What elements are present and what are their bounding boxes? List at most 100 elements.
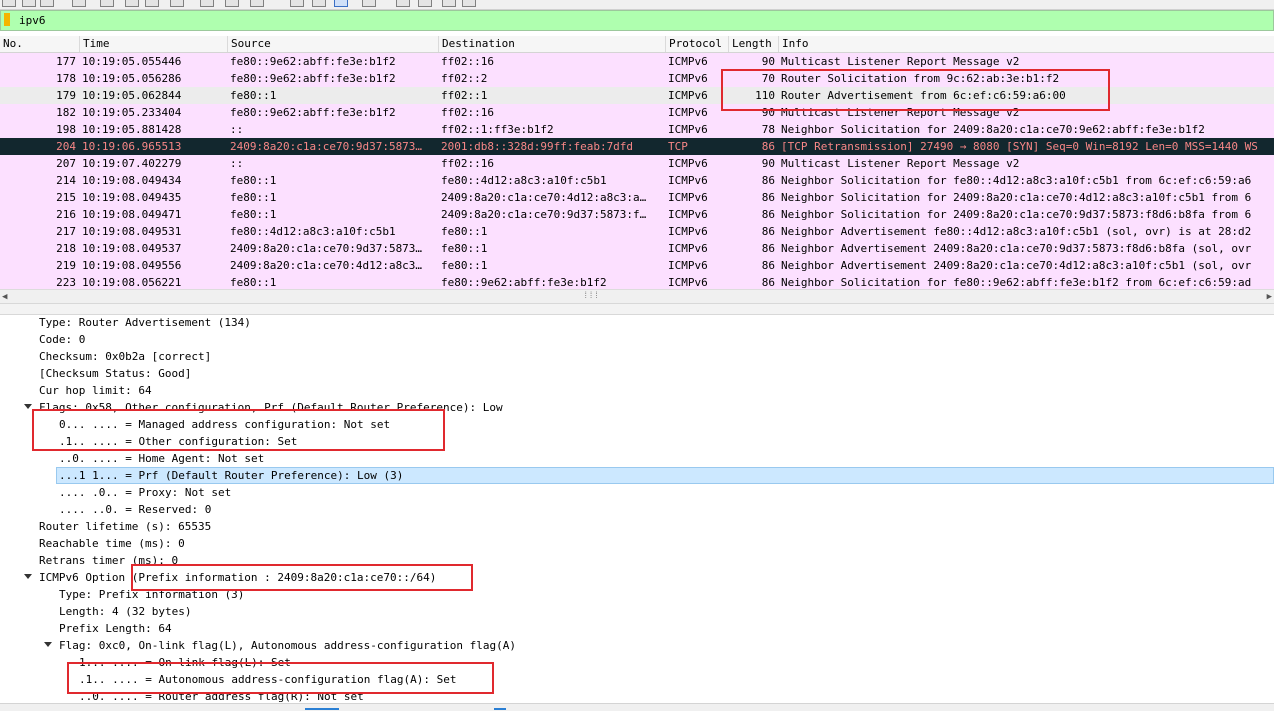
packet-row-selected[interactable]: 204 10:19:06.965513 2409:8a20:c1a:ce70:9… [0, 138, 1274, 155]
packet-time: 10:19:08.049537 [82, 242, 182, 255]
close-file-icon[interactable] [40, 0, 54, 7]
detail-icmpv6-option[interactable]: ICMPv6 Option (Prefix information : 2409… [39, 569, 436, 586]
detail-prefix-flag[interactable]: Flag: 0xc0, On-link flag(L), Autonomous … [59, 637, 516, 654]
detail-flags[interactable]: Flags: 0x58, Other configuration, Prf (D… [39, 399, 503, 416]
first-packet-icon[interactable] [225, 0, 239, 7]
detail-checksum-status[interactable]: [Checksum Status: Good] [39, 365, 191, 382]
packet-row[interactable]: 214 10:19:08.049434 fe80::1 fe80::4d12:a… [0, 172, 1274, 189]
detail-router-address-flag[interactable]: ..0. .... = Router address flag(R): Not … [79, 688, 364, 703]
packet-time: 10:19:08.049531 [82, 225, 182, 238]
packet-destination: 2409:8a20:c1a:ce70:4d12:a8c3:a… [441, 191, 647, 204]
packet-list-horizontal-scrollbar[interactable]: ◀ ⁞⁞⁞ ▶ [0, 289, 1274, 303]
scroll-left-arrow-icon[interactable]: ◀ [2, 292, 7, 302]
detail-autonomous-flag[interactable]: .1.. .... = Autonomous address-configura… [79, 671, 457, 688]
packet-protocol: ICMPv6 [668, 89, 708, 102]
expand-subtrees-icon[interactable] [442, 0, 456, 7]
packet-no: 204 [56, 140, 76, 153]
last-packet-icon[interactable] [250, 0, 264, 7]
open-folder-icon[interactable] [100, 0, 114, 7]
detail-checksum[interactable]: Checksum: 0x0b2a [correct] [39, 348, 211, 365]
detail-other-config[interactable]: .1.. .... = Other configuration: Set [59, 433, 297, 450]
packet-row[interactable]: 217 10:19:08.049531 fe80::4d12:a8c3:a10f… [0, 223, 1274, 240]
packet-info: Multicast Listener Report Message v2 [781, 106, 1020, 119]
find-packet-icon[interactable] [125, 0, 139, 7]
packet-protocol: ICMPv6 [668, 157, 708, 170]
zoom-out-icon[interactable] [362, 0, 376, 7]
packet-time: 10:19:05.062844 [82, 89, 182, 102]
go-to-packet-icon[interactable] [200, 0, 214, 7]
detail-code[interactable]: Code: 0 [39, 331, 85, 348]
detail-router-preference-selected[interactable]: ...1 1... = Prf (Default Router Preferen… [56, 467, 1274, 484]
column-header-no[interactable]: No. [0, 36, 79, 52]
packet-row[interactable]: 223 10:19:08.056221 fe80::1 fe80::9e62:a… [0, 274, 1274, 289]
packet-source: fe80::1 [230, 89, 277, 102]
packet-row[interactable]: 207 10:19:07.402279 :: ff02::16 ICMPv6 9… [0, 155, 1274, 172]
colorize-icon[interactable] [312, 0, 326, 7]
detail-reachable-time[interactable]: Reachable time (ms): 0 [39, 535, 185, 552]
detail-option-type[interactable]: Type: Prefix information (3) [59, 586, 244, 603]
packet-row[interactable]: 178 10:19:05.056286 fe80::9e62:abff:fe3e… [0, 70, 1274, 87]
detail-on-link-flag[interactable]: 1... .... = On-link flag(L): Set [79, 654, 291, 671]
bookmark-icon[interactable] [4, 13, 10, 26]
packet-list-header: No. Time Source Destination Protocol Len… [0, 36, 1274, 53]
packet-no: 182 [56, 106, 76, 119]
open-file-icon[interactable] [2, 0, 16, 7]
packet-source: :: [230, 157, 244, 170]
column-header-source[interactable]: Source [227, 36, 438, 52]
detail-home-agent[interactable]: ..0. .... = Home Agent: Not set [59, 450, 264, 467]
expand-prefix-flag-icon[interactable] [44, 642, 52, 647]
resize-columns-icon[interactable] [418, 0, 432, 7]
packet-row[interactable]: 216 10:19:08.049471 fe80::1 2409:8a20:c1… [0, 206, 1274, 223]
packet-protocol: ICMPv6 [668, 276, 708, 289]
packet-time: 10:19:07.402279 [82, 157, 182, 170]
scroll-grip-icon[interactable]: ⁞⁞⁞ [583, 291, 599, 301]
detail-managed-address-config[interactable]: 0... .... = Managed address configuratio… [59, 416, 390, 433]
column-header-info[interactable]: Info [778, 36, 1274, 52]
detail-type[interactable]: Type: Router Advertisement (134) [39, 314, 251, 331]
detail-reserved[interactable]: .... ..0. = Reserved: 0 [59, 501, 211, 518]
packet-row[interactable]: 182 10:19:05.233404 fe80::9e62:abff:fe3e… [0, 104, 1274, 121]
packet-row[interactable]: 219 10:19:08.049556 2409:8a20:c1a:ce70:4… [0, 257, 1274, 274]
go-back-icon[interactable] [145, 0, 159, 7]
packet-row[interactable]: 215 10:19:08.049435 fe80::1 2409:8a20:c1… [0, 189, 1274, 206]
packet-source: 2409:8a20:c1a:ce70:4d12:a8c3… [230, 259, 423, 272]
detail-retrans-timer[interactable]: Retrans timer (ms): 0 [39, 552, 178, 569]
reload-icon[interactable] [72, 0, 86, 7]
expand-flags-icon[interactable] [24, 404, 32, 409]
packet-protocol: ICMPv6 [668, 191, 708, 204]
scroll-right-arrow-icon[interactable]: ▶ [1267, 292, 1272, 302]
column-header-protocol[interactable]: Protocol [665, 36, 728, 52]
packet-info: Neighbor Solicitation for fe80::9e62:abf… [781, 276, 1252, 289]
go-forward-icon[interactable] [170, 0, 184, 7]
collapse-all-icon[interactable] [462, 0, 476, 7]
detail-prefix-length[interactable]: Prefix Length: 64 [59, 620, 172, 637]
packet-source: :: [230, 123, 244, 136]
packet-length: 90 [761, 55, 775, 68]
packet-info: Neighbor Advertisement 2409:8a20:c1a:ce7… [781, 259, 1252, 272]
packet-no: 178 [56, 72, 76, 85]
column-header-destination[interactable]: Destination [438, 36, 665, 52]
packet-length: 86 [761, 276, 775, 289]
packet-destination: ff02::16 [441, 157, 494, 170]
column-header-length[interactable]: Length [728, 36, 778, 52]
display-filter-input[interactable] [17, 12, 1261, 28]
detail-option-length[interactable]: Length: 4 (32 bytes) [59, 603, 191, 620]
normal-size-icon[interactable] [396, 0, 410, 7]
zoom-in-icon[interactable] [334, 0, 348, 7]
column-header-time[interactable]: Time [79, 36, 227, 52]
packet-source: fe80::9e62:abff:fe3e:b1f2 [230, 106, 396, 119]
packet-length: 110 [755, 89, 775, 102]
auto-scroll-icon[interactable] [290, 0, 304, 7]
save-file-icon[interactable] [22, 0, 36, 7]
expand-option-icon[interactable] [24, 574, 32, 579]
packet-row-current[interactable]: 179 10:19:05.062844 fe80::1 ff02::1 ICMP… [0, 87, 1274, 104]
packet-protocol: ICMPv6 [668, 106, 708, 119]
packet-row[interactable]: 198 10:19:05.881428 :: ff02::1:ff3e:b1f2… [0, 121, 1274, 138]
detail-cur-hop-limit[interactable]: Cur hop limit: 64 [39, 382, 152, 399]
packet-protocol: TCP [668, 140, 688, 153]
detail-router-lifetime[interactable]: Router lifetime (s): 65535 [39, 518, 211, 535]
packet-row[interactable]: 218 10:19:08.049537 2409:8a20:c1a:ce70:9… [0, 240, 1274, 257]
detail-proxy[interactable]: .... .0.. = Proxy: Not set [59, 484, 231, 501]
packet-row[interactable]: 177 10:19:05.055446 fe80::9e62:abff:fe3e… [0, 53, 1274, 70]
packet-protocol: ICMPv6 [668, 225, 708, 238]
